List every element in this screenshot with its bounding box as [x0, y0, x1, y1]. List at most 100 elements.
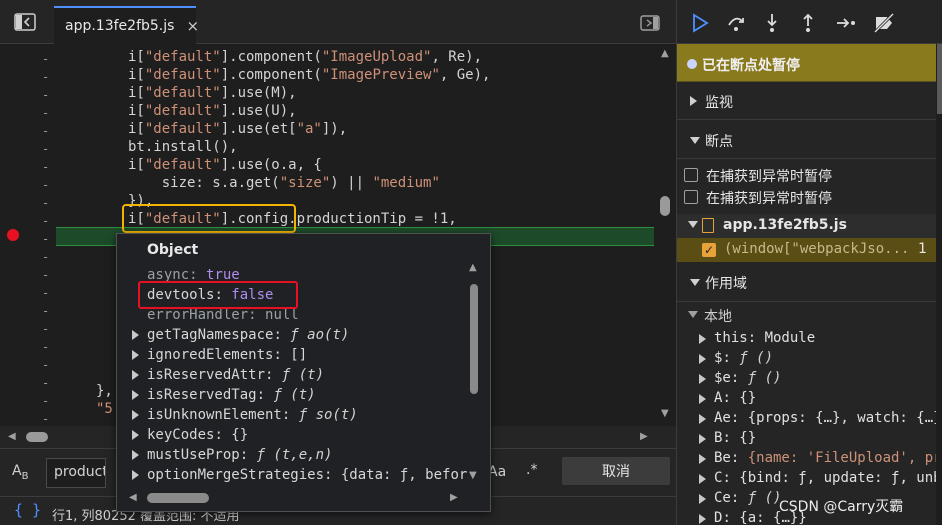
property-keyCodes[interactable]: keyCodes: {} [147, 426, 248, 444]
scope-var-Ae[interactable]: Ae: {props: {…}, watch: {…} [714, 410, 942, 426]
expand-triangle-icon[interactable] [699, 334, 706, 344]
cancel-search-button[interactable]: 取消 [562, 457, 670, 485]
breakpoint-marker[interactable] [7, 229, 19, 241]
code-line[interactable]: "5 [96, 400, 113, 418]
expand-triangle-icon[interactable] [699, 434, 706, 444]
search-input[interactable]: productio [46, 458, 106, 488]
line-number-placeholder[interactable]: - [42, 88, 50, 102]
property-optionMergeStrategies[interactable]: optionMergeStrategies: {data: ƒ, befor [147, 466, 467, 484]
code-line[interactable]: i["default"].component("ImagePreview", G… [128, 66, 490, 84]
line-number-placeholder[interactable]: - [42, 124, 50, 138]
property-isUnknownElement[interactable]: isUnknownElement: ƒ so(t) [147, 406, 358, 424]
line-number-placeholder[interactable]: - [42, 268, 50, 282]
expand-triangle-icon[interactable] [699, 354, 706, 364]
deactivate-breakpoints-icon[interactable] [869, 8, 899, 38]
line-number-placeholder[interactable]: - [42, 232, 50, 246]
pause-on-caught-checkbox[interactable] [684, 190, 698, 204]
editor-hscroll-thumb[interactable] [26, 432, 48, 442]
line-number-placeholder[interactable]: - [42, 412, 50, 426]
expand-triangle-icon[interactable] [699, 474, 706, 484]
expand-triangle-icon[interactable] [132, 330, 139, 340]
expand-triangle-icon[interactable] [699, 514, 706, 524]
line-number-placeholder[interactable]: - [42, 304, 50, 318]
scope-var-A[interactable]: A: {} [714, 390, 756, 406]
line-number-placeholder[interactable]: - [42, 178, 50, 192]
expand-triangle-icon[interactable] [132, 430, 139, 440]
line-number-placeholder[interactable]: - [42, 250, 50, 264]
code-line[interactable]: }, [96, 382, 113, 400]
expand-triangle-icon[interactable] [132, 350, 139, 360]
property-ignoredElements[interactable]: ignoredElements: [] [147, 346, 307, 364]
line-number-placeholder[interactable]: - [42, 376, 50, 390]
file-tab[interactable]: app.13fe2fb5.js × [54, 6, 199, 44]
expand-triangle-icon[interactable] [132, 410, 139, 420]
property-isReservedTag[interactable]: isReservedTag: ƒ (t) [147, 386, 316, 404]
step-icon[interactable] [831, 8, 861, 38]
breakpoint-file-group[interactable]: app.13fe2fb5.js [677, 214, 936, 238]
editor-vertical-scrollbar[interactable]: ▲ ▼ [656, 44, 676, 426]
property-isReservedAttr[interactable]: isReservedAttr: ƒ (t) [147, 366, 324, 384]
expand-triangle-icon[interactable] [699, 494, 706, 504]
editor-scroll-thumb[interactable] [660, 196, 670, 216]
sidebar-scroll-thumb[interactable] [937, 44, 942, 114]
resume-icon[interactable] [685, 8, 715, 38]
breakpoint-row[interactable]: ✓ (window["webpackJso... 1 [677, 238, 936, 262]
scope-var-$e[interactable]: $e: ƒ () [714, 370, 781, 386]
code-line[interactable]: i["default"].use(o.a, { [128, 156, 322, 174]
close-tab-icon[interactable]: × [186, 17, 199, 35]
scope-local-header[interactable]: 本地 [677, 304, 936, 326]
match-case-icon[interactable]: AB [12, 463, 28, 482]
expand-triangle-icon[interactable] [132, 390, 139, 400]
line-number-placeholder[interactable]: - [42, 142, 50, 156]
scope-var-Ce[interactable]: Ce: ƒ () [714, 490, 781, 506]
scope-var-this[interactable]: this: Module [714, 330, 815, 346]
section-breakpoints[interactable]: 断点 [677, 121, 936, 159]
expand-triangle-icon[interactable] [132, 470, 139, 480]
object-preview-popover[interactable]: Object async: true devtools: false errorHa… [116, 233, 491, 512]
line-number-placeholder[interactable]: - [42, 394, 50, 408]
expand-triangle-icon[interactable] [699, 454, 706, 464]
section-scope[interactable]: 作用域 [677, 262, 936, 302]
line-number-placeholder[interactable]: - [42, 52, 50, 66]
expand-triangle-icon[interactable] [699, 394, 706, 404]
line-number-placeholder[interactable]: - [42, 160, 50, 174]
pause-on-uncaught-checkbox[interactable] [684, 168, 698, 182]
scope-var-Be[interactable]: Be: {name: 'FileUpload', pro [714, 450, 942, 466]
step-out-icon[interactable] [793, 8, 823, 38]
property-getTagNamespace[interactable]: getTagNamespace: ƒ ao(t) [147, 326, 349, 344]
code-line[interactable]: i["default"].use(et["a"]), [128, 120, 347, 138]
popover-vertical-scrollbar[interactable]: ▲ ▼ [468, 262, 480, 482]
pretty-print-icon[interactable]: { } [14, 501, 41, 519]
popover-scroll-thumb[interactable] [470, 284, 478, 394]
code-line[interactable]: bt.install(), [128, 138, 238, 156]
scope-var-$[interactable]: $: ƒ () [714, 350, 773, 366]
popover-hscroll-thumb[interactable] [147, 493, 209, 503]
toggle-debugger-icon[interactable] [640, 15, 660, 31]
scope-var-B[interactable]: B: {} [714, 430, 756, 446]
line-number-placeholder[interactable]: - [42, 214, 50, 228]
expand-triangle-icon[interactable] [699, 374, 706, 384]
line-number-placeholder[interactable]: - [42, 340, 50, 354]
code-line[interactable]: i["default"].component("ImageUpload", Re… [128, 48, 482, 66]
sidebar-scrollbar[interactable] [936, 44, 942, 525]
breakpoint-enabled-checkbox[interactable]: ✓ [702, 243, 716, 257]
toggle-navigator-icon[interactable] [14, 13, 36, 31]
line-number-placeholder[interactable]: - [42, 358, 50, 372]
code-line[interactable]: size: s.a.get("size") || "medium" [128, 174, 440, 192]
step-over-icon[interactable] [721, 8, 751, 38]
section-watch[interactable]: 监视 [677, 82, 936, 120]
expand-triangle-icon[interactable] [132, 450, 139, 460]
line-number-placeholder[interactable]: - [42, 322, 50, 336]
line-number-placeholder[interactable]: - [42, 286, 50, 300]
line-number-placeholder[interactable]: - [42, 196, 50, 210]
regex-toggle[interactable]: .* [526, 462, 537, 478]
code-line[interactable]: i["default"].use(M), [128, 84, 297, 102]
property-mustUseProp[interactable]: mustUseProp: ƒ (t,e,n) [147, 446, 332, 464]
code-line[interactable]: i["default"].use(U), [128, 102, 297, 120]
scope-var-C[interactable]: C: {bind: ƒ, update: ƒ, unbi [714, 470, 942, 486]
line-number-placeholder[interactable]: - [42, 70, 50, 84]
step-into-icon[interactable] [757, 8, 787, 38]
line-number-placeholder[interactable]: - [42, 106, 50, 120]
expand-triangle-icon[interactable] [699, 414, 706, 424]
expand-triangle-icon[interactable] [132, 370, 139, 380]
